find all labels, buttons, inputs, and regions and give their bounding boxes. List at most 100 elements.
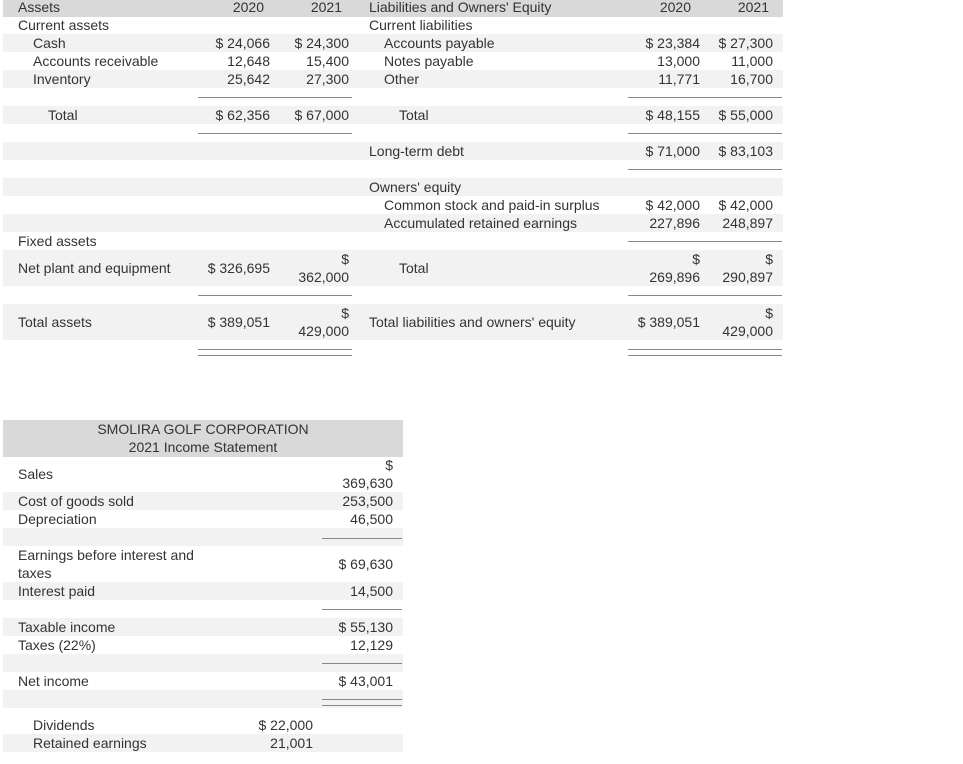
cash-2020: $ 24,066 [215, 35, 271, 51]
cogs-value: 253,500 [342, 493, 393, 509]
retained-earnings-label: Accumulated retained earnings [384, 215, 578, 231]
total-liabilities-equity-2020: $ 389,051 [637, 314, 700, 330]
ebit-value: $ 69,630 [338, 556, 394, 572]
rule [198, 97, 352, 98]
total-assets-2021: 429,000 [298, 323, 349, 339]
net-income-value: $ 43,001 [338, 673, 394, 689]
equity-total-2020: 269,896 [649, 269, 700, 285]
retained-earnings-addition-value: 21,001 [270, 735, 313, 751]
rule [628, 241, 782, 242]
retained-earnings-addition-label: Retained earnings [33, 735, 147, 751]
sales-label: Sales [18, 466, 54, 482]
equity-total-2020-sign: $ [692, 251, 700, 267]
other-liabilities-2020: 11,771 [658, 71, 700, 87]
equity-total-2021: 290,897 [722, 269, 773, 285]
current-assets-total-2020: $ 62,356 [215, 107, 271, 123]
net-plant-2021: 362,000 [298, 269, 349, 285]
long-term-debt-label: Long-term debt [369, 143, 464, 159]
current-liabilities-total-2020: $ 48,155 [645, 107, 701, 123]
current-assets-label: Current assets [18, 17, 110, 33]
inventory-2020: 25,642 [227, 71, 270, 87]
liabilities-header: Liabilities and Owners' Equity [369, 0, 552, 15]
dividends-label: Dividends [33, 717, 95, 733]
rule [628, 295, 782, 296]
double-rule-top [628, 349, 782, 350]
cash-label: Cash [33, 35, 66, 51]
rule [628, 169, 782, 170]
assets-header: Assets [18, 0, 61, 15]
double-rule-bottom [198, 355, 352, 356]
liab-col-header-2021: 2021 [737, 0, 769, 15]
net-plant-2021-sign: $ [341, 251, 349, 267]
retained-earnings-2020: 227,896 [649, 215, 700, 231]
owners-equity-label: Owners' equity [369, 179, 462, 195]
net-income-label: Net income [18, 673, 89, 689]
fixed-assets-label: Fixed assets [18, 233, 97, 249]
long-term-debt-2020: $ 71,000 [645, 143, 701, 159]
notes-payable-2021: 11,000 [731, 53, 773, 69]
net-plant-label: Net plant and equipment [18, 260, 171, 276]
equity-total-2021-sign: $ [765, 251, 773, 267]
current-liabilities-total-2021: $ 55,000 [718, 107, 774, 123]
accounts-payable-2020: $ 23,384 [645, 35, 701, 51]
col-header-2021: 2021 [310, 0, 342, 15]
total-liabilities-equity-2021-sign: $ [765, 305, 773, 321]
total-assets-2020: $ 389,051 [207, 314, 270, 330]
long-term-debt-2021: $ 83,103 [718, 143, 774, 159]
current-assets-total-2021: $ 67,000 [294, 107, 350, 123]
rule [322, 538, 402, 539]
rule [628, 97, 782, 98]
total-liabilities-equity-2021: 429,000 [722, 323, 773, 339]
total-assets-2021-sign: $ [341, 305, 349, 321]
other-liabilities-2021: 16,700 [730, 71, 773, 87]
cash-2021: $ 24,300 [294, 35, 350, 51]
rule [628, 133, 782, 134]
taxes-value: 12,129 [350, 637, 393, 653]
double-rule-bottom [322, 705, 402, 706]
inventory-2021: 27,300 [306, 71, 349, 87]
ebit-label-line2: taxes [18, 565, 52, 581]
sales-sign: $ [385, 457, 393, 473]
accounts-payable-label: Accounts payable [384, 35, 495, 51]
depreciation-value: 46,500 [350, 511, 393, 527]
equity-total-label: Total [399, 260, 429, 276]
common-stock-label: Common stock and paid-in surplus [384, 197, 600, 213]
accounts-receivable-2020: 12,648 [227, 53, 270, 69]
rule [322, 609, 402, 610]
cogs-label: Cost of goods sold [18, 493, 134, 509]
notes-payable-2020: 13,000 [657, 53, 700, 69]
total-liabilities-equity-label: Total liabilities and owners' equity [369, 314, 576, 330]
other-liabilities-label: Other [384, 71, 420, 87]
interest-value: 14,500 [350, 583, 393, 599]
col-header-2020: 2020 [232, 0, 264, 15]
interest-label: Interest paid [18, 583, 96, 599]
liab-col-header-2020: 2020 [659, 0, 691, 15]
dividends-value: $ 22,000 [258, 717, 314, 733]
current-assets-total-label: Total [48, 107, 78, 123]
net-plant-2020: $ 326,695 [207, 260, 270, 276]
accounts-payable-2021: $ 27,300 [718, 35, 774, 51]
company-name: SMOLIRA GOLF CORPORATION [97, 421, 309, 437]
taxes-label: Taxes (22%) [18, 637, 96, 653]
rule [322, 663, 402, 664]
common-stock-2020: $ 42,000 [645, 197, 701, 213]
double-rule-top [198, 349, 352, 350]
sales-value: 369,630 [342, 475, 393, 491]
notes-payable-label: Notes payable [384, 53, 474, 69]
rule [198, 295, 352, 296]
inventory-label: Inventory [33, 71, 91, 87]
taxable-income-value: $ 55,130 [338, 619, 394, 635]
income-statement-title: 2021 Income Statement [128, 439, 278, 455]
accounts-receivable-2021: 15,400 [306, 53, 349, 69]
taxable-income-label: Taxable income [18, 619, 116, 635]
double-rule-bottom [628, 355, 782, 356]
current-liabilities-label: Current liabilities [369, 17, 473, 33]
ebit-label-line1: Earnings before interest and [18, 547, 194, 563]
retained-earnings-2021: 248,897 [722, 215, 773, 231]
total-assets-label: Total assets [18, 314, 92, 330]
accounts-receivable-label: Accounts receivable [33, 53, 159, 69]
common-stock-2021: $ 42,000 [718, 197, 774, 213]
depreciation-label: Depreciation [18, 511, 97, 527]
double-rule-top [322, 699, 402, 700]
rule [198, 133, 352, 134]
